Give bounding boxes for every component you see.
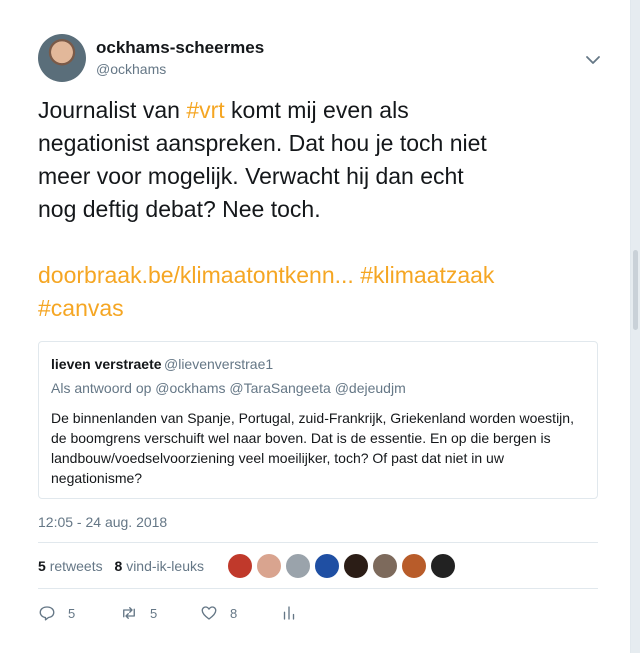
quoted-line: landbouw/voedselvoorziening veel moeilij… [51,450,504,466]
likes-count: 8 [114,558,123,574]
reply-mentions: @ockhams @TaraSangeeta @dejeudjm [155,380,406,396]
avatar-clock[interactable] [401,553,427,579]
tweet-line: doorbraak.be/klimaatontkenn... #klimaatz… [38,259,613,292]
divider [38,542,598,543]
quoted-line: De binnenlanden van Spanje, Portugal, zu… [51,410,574,426]
engagement-stats: 5 retweets 8 vind-ik-leuks [38,558,204,574]
tweet-line: #canvas [38,292,613,325]
tweet-line: nog deftig debat? Nee toch. [38,196,321,222]
tweet-line: meer voor mogelijk. Verwacht hij dan ech… [38,163,464,189]
author-handle[interactable]: @ockhams [96,61,166,77]
likes-stat[interactable]: 8 vind-ik-leuks [115,558,205,574]
retweet-count: 5 [150,605,158,621]
tweet-spacer [38,226,613,259]
reply-icon [39,606,55,621]
avatar-woman[interactable] [256,553,282,579]
quoted-line: negationisme? [51,470,143,486]
heart-icon [201,606,217,620]
likes-label: vind-ik-leuks [126,558,204,574]
avatar-grey[interactable] [285,553,311,579]
quoted-reply-context: Als antwoord op @ockhams @TaraSangeeta @… [51,380,406,396]
like-button[interactable]: 8 [200,602,237,624]
tweet-header: ockhams-scheermes @ockhams [38,34,608,84]
avatar-person[interactable] [372,553,398,579]
tweet-line: negationist aanspreken. Dat hou je toch … [38,130,487,156]
avatar-flag[interactable] [227,553,253,579]
reply-button[interactable]: 5 [38,602,75,624]
avatar-free[interactable] [314,553,340,579]
quoted-text: De binnenlanden van Spanje, Portugal, zu… [51,408,591,488]
quoted-tweet[interactable]: lieven verstraete @lievenverstrae1 Als a… [38,341,598,499]
retweets-count: 5 [38,558,46,574]
bar-chart-icon [283,606,295,620]
tweet-actions: 5 5 8 [38,602,338,626]
like-count: 8 [230,605,238,621]
quoted-line: de boomgrens verschuift wel naar boven. … [51,430,551,446]
avatar-black[interactable] [430,553,456,579]
hashtag-canvas[interactable]: #canvas [38,295,124,321]
analytics-button[interactable] [280,602,310,624]
retweet-icon [123,607,135,619]
chevron-down-icon[interactable] [583,50,603,70]
scrollbar-thumb[interactable] [633,250,638,330]
tweet-text-segment: komt mij even als [224,97,409,123]
hashtag-klimaatzaak[interactable]: #klimaatzaak [360,262,494,288]
tweet-text-segment: Journalist van [38,97,187,123]
reply-count: 5 [68,605,76,621]
tweet-card: ockhams-scheermes @ockhams Journalist va… [0,0,631,653]
divider [38,588,598,589]
tweet-text: Journalist van #vrt komt mij even als ne… [38,94,613,325]
quoted-author-handle: @lievenverstrae1 [164,356,274,372]
hashtag-vrt[interactable]: #vrt [186,97,224,123]
avatar-dark[interactable] [343,553,369,579]
quoted-author-name: lieven verstraete [51,356,162,372]
tweet-link[interactable]: doorbraak.be/klimaatontkenn... [38,262,354,288]
tweet-timestamp[interactable]: 12:05 - 24 aug. 2018 [38,514,167,530]
tweet-line: Journalist van #vrt komt mij even als [38,94,613,127]
retweets-stat[interactable]: 5 retweets [38,558,103,574]
retweets-label: retweets [49,558,103,574]
retweet-button[interactable]: 5 [120,602,157,624]
reply-prefix: Als antwoord op [51,380,152,396]
author-name[interactable]: ockhams-scheermes [96,38,264,58]
author-avatar[interactable] [38,34,86,82]
